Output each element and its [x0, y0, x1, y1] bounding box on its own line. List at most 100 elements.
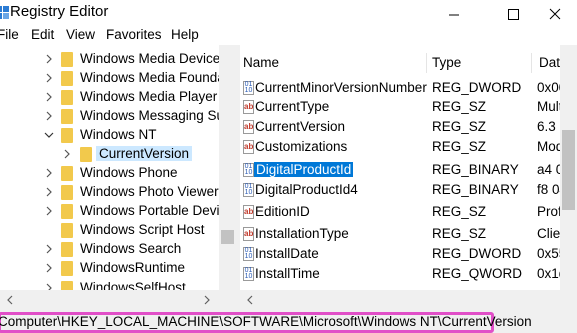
value-type: REG_SZ: [432, 119, 487, 134]
value-type: REG_SZ: [432, 139, 487, 154]
folder-icon: [61, 71, 73, 86]
tree-item[interactable]: Windows Media Player N: [0, 88, 231, 107]
value-type: REG_SZ: [432, 226, 487, 241]
folder-icon: [61, 52, 73, 67]
key-path[interactable]: Computer\HKEY_LOCAL_MACHINE\SOFTWARE\Mic…: [0, 314, 532, 329]
values-scroll-thumb[interactable]: [562, 130, 575, 210]
menu-view[interactable]: View: [66, 27, 95, 42]
scroll-left-icon[interactable]: [246, 295, 254, 305]
values-vertical-scrollbar[interactable]: [560, 45, 577, 311]
tree-item[interactable]: WindowsRuntime: [0, 259, 220, 278]
tree-item-label: Windows Photo Viewer: [80, 184, 219, 199]
folder-icon: [61, 223, 73, 238]
menu-bar: File Edit View Favorites Help: [0, 25, 577, 45]
tree-item-current-version[interactable]: CurrentVersion: [0, 145, 220, 164]
binary-value-icon: 01 10: [243, 267, 254, 281]
column-header-type[interactable]: Type: [432, 55, 461, 70]
folder-icon: [61, 204, 73, 219]
tree-item-label: Windows Media Founda: [80, 70, 225, 85]
chevron-right-icon[interactable]: [44, 168, 54, 178]
folder-icon: [61, 109, 73, 124]
tree-vertical-scrollbar[interactable]: [219, 45, 236, 290]
value-type: REG_BINARY: [432, 182, 519, 197]
chevron-right-icon[interactable]: [62, 149, 72, 159]
menu-help[interactable]: Help: [171, 27, 199, 42]
value-name: DigitalProductId4: [255, 182, 358, 197]
values-horizontal-scrollbar[interactable]: [240, 290, 560, 311]
chevron-right-icon[interactable]: [44, 244, 54, 254]
window-title: Registry Editor: [10, 3, 109, 20]
chevron-down-icon[interactable]: [44, 130, 54, 140]
value-row[interactable]: ab InstallationType REG_SZ Client: [240, 224, 577, 245]
value-data: 6.3: [537, 119, 556, 134]
menu-edit[interactable]: Edit: [31, 27, 54, 42]
value-name: CurrentVersion: [255, 119, 346, 134]
key-tree[interactable]: Windows Media Device Windows Media Found…: [0, 45, 236, 311]
string-value-icon: ab: [243, 100, 254, 114]
value-type: REG_SZ: [432, 204, 487, 219]
binary-value-icon: 01 10: [243, 183, 254, 197]
chevron-right-icon[interactable]: [44, 263, 54, 273]
menu-favorites[interactable]: Favorites: [106, 27, 162, 42]
tree-item-label: Windows Media Player N: [80, 89, 231, 104]
value-row[interactable]: ab CurrentVersion REG_SZ 6.3: [240, 117, 577, 138]
tree-horizontal-scrollbar[interactable]: [0, 290, 236, 311]
tree-scroll-thumb[interactable]: [221, 230, 234, 244]
value-row[interactable]: 01 10 CurrentMinorVersionNumber REG_DWORD…: [240, 78, 577, 99]
tree-item[interactable]: Windows Script Host: [0, 221, 220, 240]
value-type: REG_DWORD: [432, 246, 522, 261]
tree-item[interactable]: Windows Messaging Sul: [0, 107, 227, 126]
scroll-right-icon[interactable]: [203, 295, 211, 305]
folder-icon: [61, 261, 73, 276]
tree-item[interactable]: Windows Search: [0, 240, 220, 259]
tree-item-label: Windows Phone: [80, 165, 178, 180]
status-bar: Computer\HKEY_LOCAL_MACHINE\SOFTWARE\Mic…: [0, 311, 577, 333]
chevron-right-icon[interactable]: [44, 92, 54, 102]
value-type: REG_BINARY: [432, 162, 519, 177]
value-name: InstallDate: [255, 246, 319, 261]
value-row[interactable]: 01 10 DigitalProductId4 REG_BINARY f8 04: [240, 180, 577, 201]
value-type: REG_DWORD: [432, 80, 522, 95]
column-divider[interactable]: [426, 53, 427, 73]
tree-item-label: Windows Media Device: [80, 51, 221, 66]
column-header-name[interactable]: Name: [243, 55, 279, 70]
folder-icon: [61, 242, 73, 257]
chevron-right-icon[interactable]: [44, 187, 54, 197]
folder-icon: [61, 128, 73, 143]
tree-item-label: Windows Portable Devic: [80, 203, 227, 218]
value-name: CurrentType: [255, 99, 330, 114]
chevron-right-icon[interactable]: [44, 206, 54, 216]
tree-item-label: Windows Script Host: [80, 222, 205, 237]
scroll-left-icon[interactable]: [6, 295, 14, 305]
string-value-icon: ab: [243, 120, 254, 134]
tree-item[interactable]: Windows Photo Viewer: [0, 183, 220, 202]
tree-item[interactable]: Windows Portable Devic: [0, 202, 226, 221]
folder-icon: [61, 90, 73, 105]
menu-file[interactable]: File: [0, 27, 19, 42]
folder-icon: [61, 166, 73, 181]
values-list[interactable]: Name Type Data 01 10 CurrentMinorVersionN…: [240, 45, 577, 311]
value-name: InstallTime: [255, 266, 320, 281]
value-row[interactable]: ab CurrentType REG_SZ Multi: [240, 97, 577, 118]
tree-item-windows-nt[interactable]: Windows NT: [0, 126, 220, 145]
column-divider[interactable]: [531, 53, 532, 73]
binary-value-icon: 01 10: [243, 81, 254, 95]
chevron-right-icon[interactable]: [44, 73, 54, 83]
binary-value-icon: 01 10: [243, 163, 254, 177]
value-row-selected[interactable]: 01 10 DigitalProductId REG_BINARY a4 00: [240, 160, 577, 181]
value-name: DigitalProductId: [254, 162, 354, 177]
binary-value-icon: 01 10: [243, 247, 254, 261]
value-row[interactable]: ab Customizations REG_SZ Mode: [240, 137, 577, 158]
tree-item[interactable]: Windows Phone: [0, 164, 220, 183]
value-name: InstallationType: [255, 226, 349, 241]
value-row[interactable]: ab EditionID REG_SZ Profe: [240, 202, 577, 223]
tree-item[interactable]: Windows Media Device: [0, 50, 220, 69]
tree-item-label: Windows NT: [80, 127, 157, 142]
chevron-right-icon[interactable]: [44, 54, 54, 64]
value-row[interactable]: 01 10 InstallDate REG_DWORD 0x55c: [240, 244, 577, 265]
value-type: REG_QWORD: [432, 266, 523, 281]
string-value-icon: ab: [243, 205, 254, 219]
chevron-right-icon[interactable]: [44, 111, 54, 121]
value-row[interactable]: 01 10 InstallTime REG_QWORD 0x1d0: [240, 264, 577, 285]
tree-item[interactable]: Windows Media Founda: [0, 69, 225, 88]
